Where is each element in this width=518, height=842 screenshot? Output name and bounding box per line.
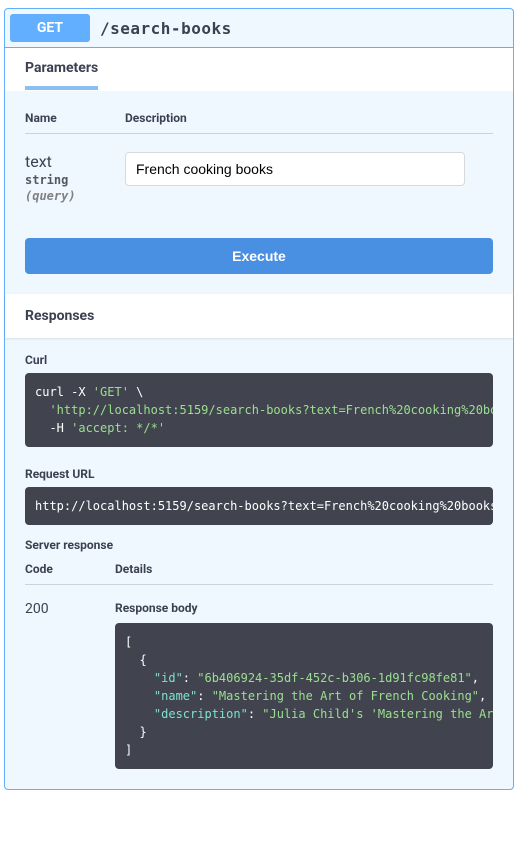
param-row: text string (query) <box>25 152 493 203</box>
response-code: 200 <box>25 601 115 617</box>
response-body-label: Response body <box>115 601 493 615</box>
param-text-input[interactable] <box>125 152 465 186</box>
request-url-block[interactable]: http://localhost:5159/search-books?text=… <box>25 487 493 525</box>
parameters-table: Name Description text string (query) <box>5 91 513 223</box>
parameters-header: Parameters <box>5 48 513 91</box>
param-name: text <box>25 152 125 171</box>
col-head-details: Details <box>115 562 493 576</box>
col-head-code: Code <box>25 562 115 576</box>
curl-block[interactable]: curl -X 'GET' \ 'http://localhost:5159/s… <box>25 373 493 447</box>
rb-l5k: "description" <box>125 707 248 721</box>
rb-l4v: "Mastering the Art of French Cooking" <box>212 689 479 703</box>
rb-l4c: : <box>197 689 211 703</box>
request-url-label: Request URL <box>25 467 493 481</box>
curl-verb: 'GET' <box>93 385 129 399</box>
rb-l5v: "Julia Child's 'Mastering the Art of Fre… <box>262 707 493 721</box>
rb-l7: ] <box>125 743 132 757</box>
response-body-block[interactable]: [ { "id": "6b406924-35df-452c-b306-1d91f… <box>115 623 493 769</box>
rb-l3e: , <box>472 671 479 685</box>
rb-l4k: "name" <box>125 689 197 703</box>
responses-header: Responses <box>5 294 513 338</box>
rb-l4e: , <box>479 689 486 703</box>
rb-l6: } <box>125 725 147 739</box>
rb-l1: [ <box>125 635 132 649</box>
col-head-name: Name <box>25 111 125 125</box>
rb-l3c: : <box>183 671 197 685</box>
param-location: (query) <box>25 189 125 203</box>
curl-hflag: -H <box>35 421 71 435</box>
param-type: string <box>25 173 125 187</box>
curl-pre: curl -X <box>35 385 93 399</box>
execute-button[interactable]: Execute <box>25 238 493 274</box>
curl-header: 'accept: */*' <box>71 421 165 435</box>
curl-bs: \ <box>129 385 143 399</box>
col-head-description: Description <box>125 111 493 125</box>
http-method-badge: GET <box>10 14 90 42</box>
server-response-label: Server response <box>5 530 513 552</box>
curl-url: 'http://localhost:5159/search-books?text… <box>49 403 493 417</box>
opblock-get: GET /search-books Parameters Name Descri… <box>4 8 514 790</box>
rb-l5c: : <box>248 707 262 721</box>
endpoint-path: /search-books <box>100 19 232 38</box>
opblock-summary[interactable]: GET /search-books <box>5 9 513 48</box>
curl-label: Curl <box>25 353 493 367</box>
rb-l3v: "6b406924-35df-452c-b306-1d91fc98fe81" <box>197 671 472 685</box>
rb-l2: { <box>125 653 147 667</box>
rb-l3k: "id" <box>125 671 183 685</box>
tab-parameters[interactable]: Parameters <box>25 60 98 90</box>
